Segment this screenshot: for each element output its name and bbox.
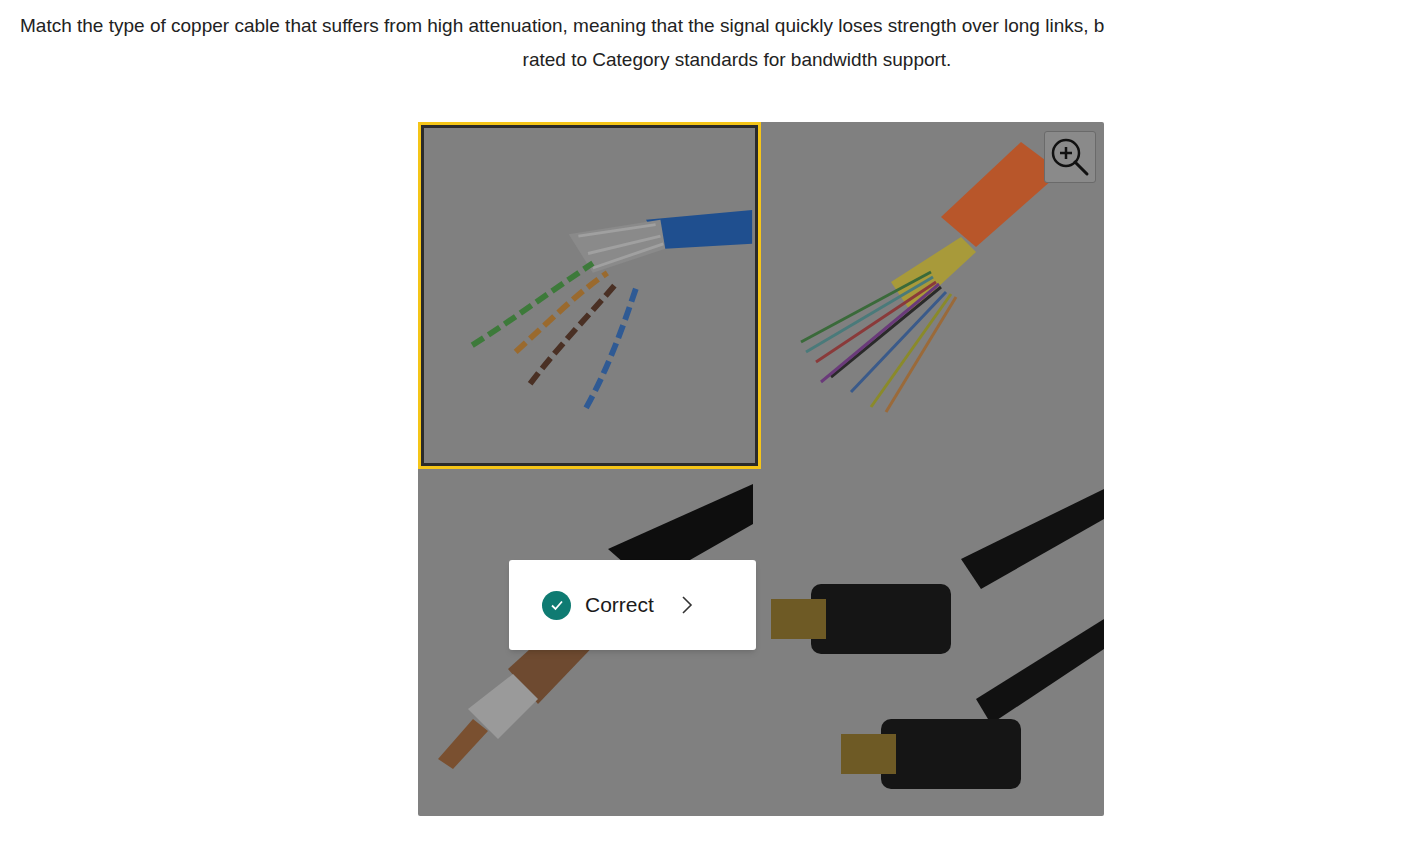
question-line: Match the type of copper cable that suff…: [0, 0, 1402, 39]
feedback-popup[interactable]: Correct: [509, 560, 756, 650]
cable-picture: [424, 128, 755, 463]
chevron-right-icon: [680, 594, 694, 616]
zoom-in-icon: [1049, 136, 1091, 178]
zoom-button[interactable]: [1044, 131, 1096, 183]
feedback-label: Correct: [585, 589, 654, 621]
cable-picture: [761, 469, 1104, 816]
question-line: rated to Category standards for bandwidt…: [0, 39, 1402, 73]
check-icon: [542, 591, 571, 620]
question: Match the type of copper cable that suff…: [0, 0, 1402, 122]
image-grid: Correct: [418, 122, 1104, 816]
answer-tile[interactable]: [761, 469, 1104, 816]
answer-tile[interactable]: [418, 122, 761, 469]
